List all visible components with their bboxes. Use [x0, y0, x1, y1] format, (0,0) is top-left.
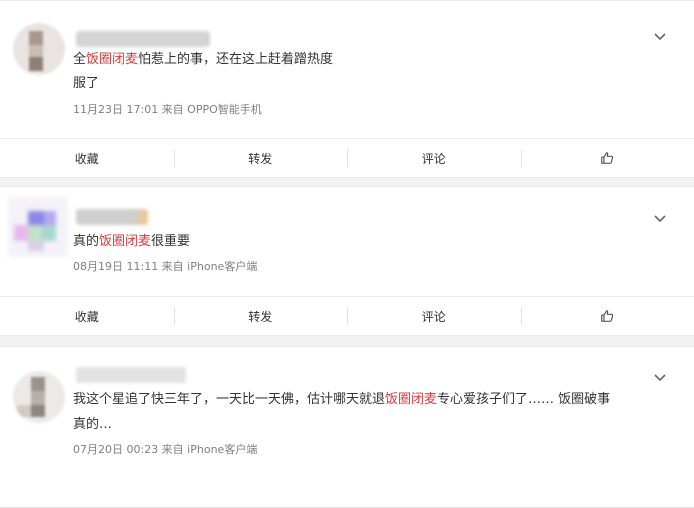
- comment-button[interactable]: 评论: [347, 139, 521, 177]
- username-redacted: [76, 31, 210, 47]
- comment-meta: 11月23日 17:01 来自 OPPO智能手机: [73, 103, 262, 117]
- thumbs-up-icon: [600, 151, 614, 165]
- comment-card: 真的饭圈闭麦很重要 08月19日 11:11 来自 iPhone客户端 收藏 转…: [0, 186, 694, 336]
- repost-button[interactable]: 转发: [174, 297, 348, 335]
- comment-meta: 07月20日 00:23 来自 iPhone客户端: [73, 443, 257, 457]
- like-button[interactable]: [521, 297, 694, 335]
- chevron-down-icon[interactable]: [652, 28, 668, 44]
- action-bar: 收藏 转发 评论: [0, 138, 694, 177]
- comment-text: 全饭圈闭麦怕惹上的事，还在这上赶着蹭热度: [73, 50, 333, 70]
- chevron-down-icon[interactable]: [652, 369, 668, 385]
- comment-card: 我这个星追了快三年了，一天比一天佛，估计哪天就退饭圈闭麦专心爱孩子们了…… 饭圈…: [0, 346, 694, 508]
- comment-button[interactable]: 评论: [347, 297, 521, 335]
- chevron-down-icon[interactable]: [652, 210, 668, 226]
- thumbs-up-icon: [600, 309, 614, 323]
- username-redacted: [76, 367, 186, 383]
- favorite-button[interactable]: 收藏: [0, 297, 174, 335]
- favorite-button[interactable]: 收藏: [0, 139, 174, 177]
- avatar[interactable]: [13, 371, 65, 423]
- comment-text-continued: 真的…: [73, 415, 112, 435]
- comment-text: 真的饭圈闭麦很重要: [73, 232, 190, 252]
- username-redacted: [76, 209, 148, 225]
- like-button[interactable]: [521, 139, 694, 177]
- comment-text-continued: 服了: [73, 74, 99, 94]
- comment-meta: 08月19日 11:11 来自 iPhone客户端: [73, 260, 257, 274]
- action-bar: 收藏 转发 评论: [0, 296, 694, 335]
- avatar[interactable]: [13, 23, 65, 75]
- repost-button[interactable]: 转发: [174, 139, 348, 177]
- avatar[interactable]: [8, 197, 68, 257]
- comment-text: 我这个星追了快三年了，一天比一天佛，估计哪天就退饭圈闭麦专心爱孩子们了…… 饭圈…: [73, 390, 610, 410]
- comment-card: 全饭圈闭麦怕惹上的事，还在这上赶着蹭热度 服了 11月23日 17:01 来自 …: [0, 0, 694, 178]
